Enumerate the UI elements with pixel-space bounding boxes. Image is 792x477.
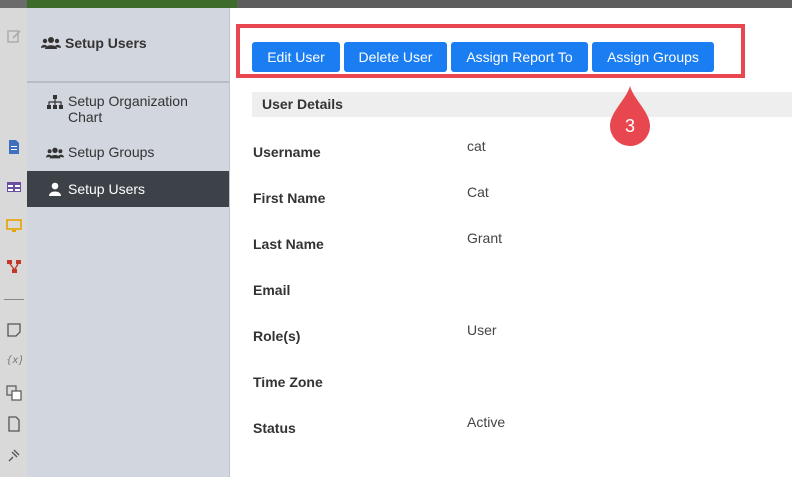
flow-icon[interactable] bbox=[6, 258, 22, 274]
field-value-status: Active bbox=[467, 414, 506, 430]
app-header-accent bbox=[27, 0, 237, 8]
users-group-icon bbox=[41, 37, 61, 49]
sidebar-item-label: Setup Organization Chart bbox=[68, 93, 188, 125]
variable-icon[interactable]: {x} bbox=[6, 351, 22, 367]
app-left-toolbar: {x} bbox=[0, 0, 27, 477]
table-icon[interactable] bbox=[6, 179, 22, 195]
edit-user-button[interactable]: Edit User bbox=[252, 42, 340, 72]
field-label-status: Status bbox=[253, 420, 296, 436]
field-label-last-name: Last Name bbox=[253, 236, 324, 252]
field-value-username: cat bbox=[467, 138, 486, 154]
app-top-bar bbox=[0, 0, 27, 8]
delete-user-button[interactable]: Delete User bbox=[344, 42, 447, 72]
user-details-header: User Details bbox=[252, 92, 792, 117]
assign-groups-button[interactable]: Assign Groups bbox=[592, 42, 714, 72]
main-content: Edit User Delete User Assign Report To A… bbox=[230, 8, 792, 477]
sidebar-item-setup-groups[interactable]: Setup Groups bbox=[27, 144, 229, 164]
field-label-username: Username bbox=[253, 144, 321, 160]
note-icon[interactable] bbox=[6, 322, 22, 338]
sidebar-header-title: Setup Users bbox=[65, 35, 147, 51]
field-value-last-name: Grant bbox=[467, 230, 503, 246]
plug-icon[interactable] bbox=[6, 447, 22, 463]
sidebar-item-label: Setup Users bbox=[68, 181, 146, 197]
sidebar: Setup Users Setup Organization Chart Set… bbox=[27, 8, 230, 477]
sidebar-item-setup-users[interactable]: Setup Users bbox=[27, 171, 229, 207]
translate-icon[interactable] bbox=[6, 385, 22, 401]
edit-icon[interactable] bbox=[6, 28, 22, 44]
step-callout-number: 3 bbox=[625, 116, 635, 136]
step-callout-marker: 3 bbox=[610, 86, 650, 146]
svg-text:{x}: {x} bbox=[6, 355, 22, 366]
setup-users-modal: Setup Users Setup Organization Chart Set… bbox=[27, 8, 792, 477]
sidebar-item-setup-organization-chart[interactable]: Setup Organization Chart bbox=[27, 93, 229, 129]
field-label-email: Email bbox=[253, 282, 291, 298]
toolbar-divider bbox=[4, 299, 24, 300]
assign-report-to-button[interactable]: Assign Report To bbox=[451, 42, 588, 72]
users-group-icon bbox=[46, 147, 64, 159]
field-value-first-name: Cat bbox=[467, 184, 489, 200]
sitemap-icon bbox=[47, 95, 63, 109]
document-icon[interactable] bbox=[6, 139, 22, 155]
sidebar-item-label: Setup Groups bbox=[68, 144, 155, 160]
monitor-icon[interactable] bbox=[6, 218, 22, 234]
app-header bbox=[237, 0, 792, 8]
field-value-roles: User bbox=[467, 322, 497, 338]
field-label-time-zone: Time Zone bbox=[253, 374, 323, 390]
field-label-first-name: First Name bbox=[253, 190, 326, 206]
field-label-roles: Role(s) bbox=[253, 328, 301, 344]
sidebar-header: Setup Users bbox=[27, 8, 229, 83]
user-icon bbox=[49, 182, 61, 196]
pdf-icon[interactable] bbox=[6, 416, 22, 432]
